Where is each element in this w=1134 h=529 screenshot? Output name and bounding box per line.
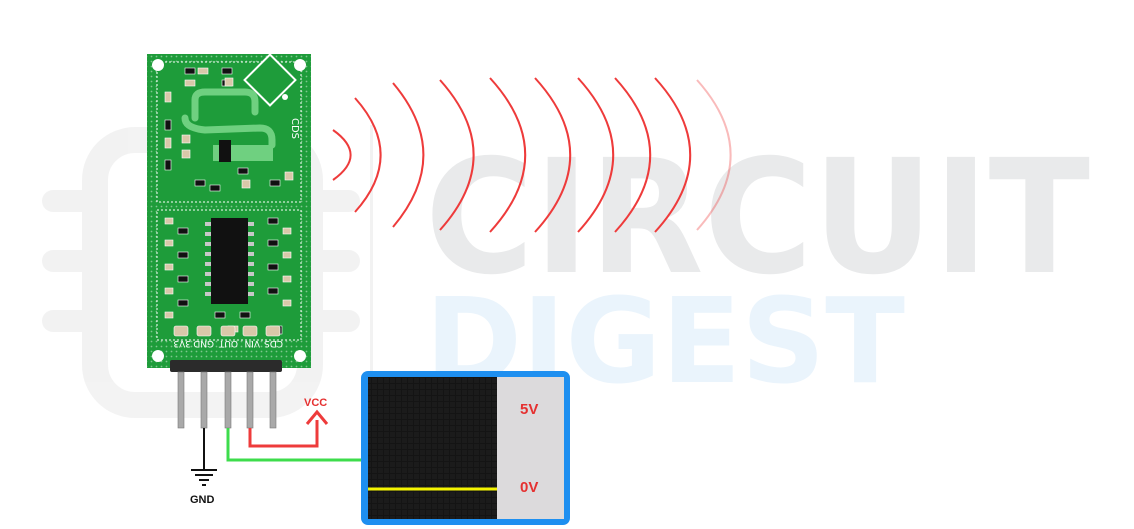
circuit-diagram: CIRCUIT DIGEST CDS 3V3 GND OUT VIN CDS G… [42,53,1090,525]
header-pin [269,371,277,429]
pin-pad [265,325,281,337]
pin-label: GND [193,338,214,348]
pin-label: VIN [244,338,260,348]
main-ic-chip [205,218,254,304]
scope-low-label: 0V [520,479,538,496]
pin-label: CDS [264,338,283,348]
header-pin [177,371,185,429]
pin-header-block [170,360,282,372]
pin-label: 3V3 [173,338,191,348]
wave-arc [332,129,352,181]
scope-label-panel [497,377,564,519]
ground-symbol-icon [191,469,217,486]
pin-pad [220,325,236,337]
scope-screen [368,377,497,519]
header-pin [224,371,232,429]
scope-high-label: 5V [520,401,538,418]
pin-pad [173,325,189,337]
gnd-label: GND [190,494,215,506]
pin-pad [196,325,212,337]
out-wire [226,428,364,462]
wave-arc [354,97,382,213]
output-scope-display: 5V 0V [361,371,570,525]
vcc-label: VCC [304,397,327,409]
header-pin [246,371,254,429]
wave-arc [392,82,425,228]
silkscreen-label: CDS [289,118,300,139]
radar-sensor-module: CDS 3V3 GND OUT VIN CDS [147,53,311,429]
pin-label: OUT [218,338,238,348]
pin-pad [242,325,258,337]
header-pin [200,371,208,429]
rf-transistor [219,140,231,162]
